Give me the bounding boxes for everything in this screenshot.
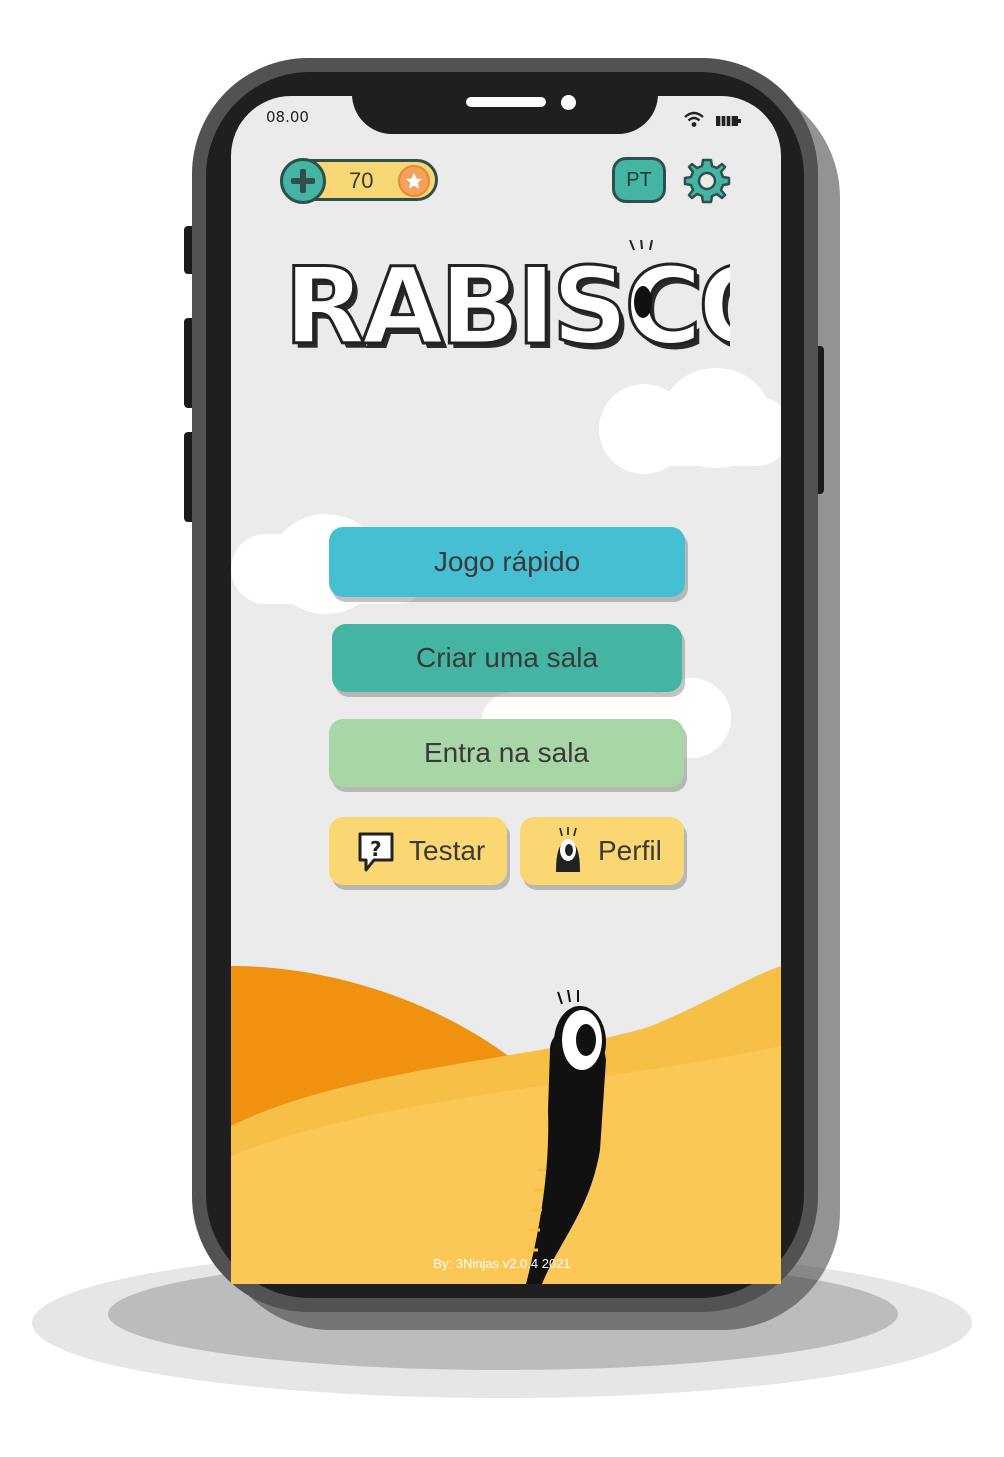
front-camera [561, 95, 576, 110]
svg-text:?: ? [370, 837, 382, 861]
gear-icon[interactable] [682, 156, 732, 206]
eye-creature-mascot [526, 990, 606, 1284]
star-coin-icon [398, 165, 430, 197]
eye-creature-icon [556, 827, 580, 872]
wifi-icon [684, 111, 704, 127]
help-bubble-icon: ? [358, 832, 394, 872]
version-credit: By: 3Ninjas v2.0.4 2021 [433, 1256, 571, 1271]
speaker [466, 97, 546, 107]
language-button[interactable]: PT [612, 157, 666, 203]
cloud-right-puff2 [661, 368, 771, 468]
quick-game-button[interactable]: Jogo rápido [329, 527, 685, 597]
enter-room-button[interactable]: Entra na sala [329, 719, 684, 787]
test-button-label: Testar [409, 835, 486, 866]
profile-button[interactable]: Perfil [520, 817, 684, 885]
desert-hills [231, 966, 781, 1284]
battery-icon [716, 116, 741, 126]
coin-count: 70 [349, 168, 374, 193]
rabiscos-logo: RABISCOS RABISCOS [283, 240, 730, 365]
status-time: 08.00 [266, 108, 309, 126]
profile-button-label: Perfil [598, 835, 662, 866]
svg-text:RABISCOS: RABISCOS [284, 245, 730, 365]
create-room-button[interactable]: Criar uma sala [332, 624, 682, 692]
plus-icon[interactable] [280, 158, 326, 204]
